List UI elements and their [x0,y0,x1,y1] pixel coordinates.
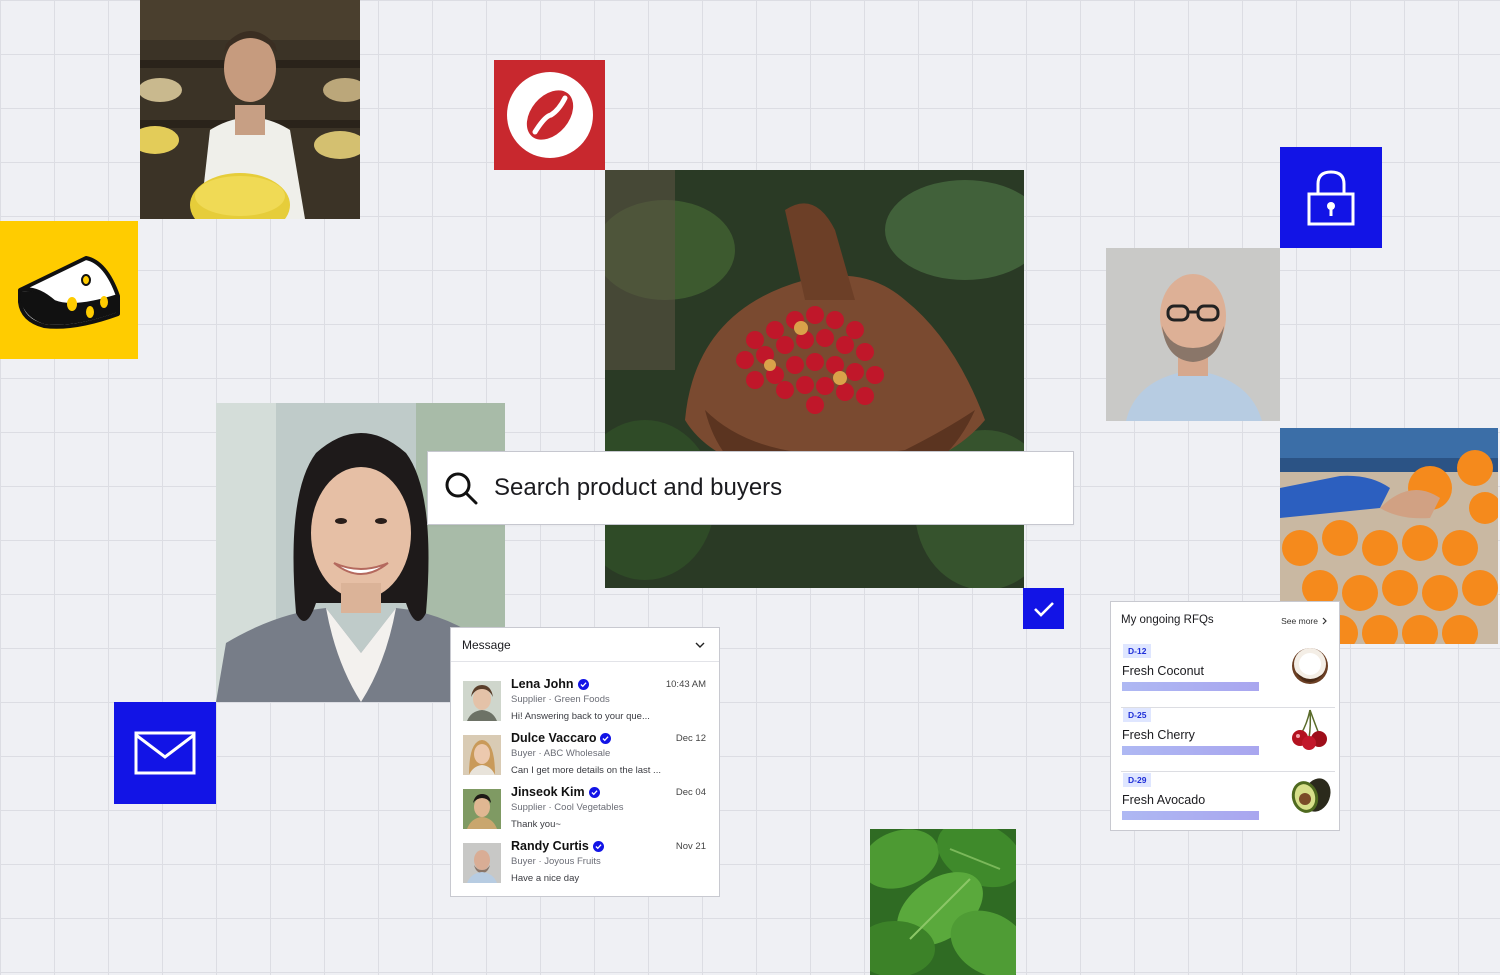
coffee-cherries-photo [605,170,1024,588]
mail-icon [134,731,196,775]
message-preview: Can I get more details on the last ... [511,765,661,776]
rfq-progress-fill [1122,746,1259,755]
contact-name: Randy Curtis [511,839,604,853]
rfq-progress-bar [1122,746,1259,755]
message-panel-title: Message [462,637,511,652]
verified-icon [577,678,589,690]
contact-role: Buyer · Joyous Fruits [511,856,601,867]
message-item[interactable]: Lena John 10:43 AM Supplier · Green Food… [451,675,719,729]
message-panel-header[interactable]: Message [451,628,719,662]
deadline-badge: D-29 [1123,773,1152,787]
avatar [463,789,501,829]
chevron-down-icon[interactable] [695,642,705,648]
rfq-progress-bar [1122,811,1259,820]
search-bar[interactable] [427,451,1074,525]
rfq-panel-title: My ongoing RFQs [1121,614,1214,626]
contact-role: Supplier · Cool Vegetables [511,802,624,813]
cheese-maker-photo [140,0,360,219]
avatar [463,681,501,721]
spinach-photo [870,829,1016,975]
rfq-item[interactable]: D-25 Fresh Cherry [1121,708,1335,772]
contact-name: Jinseok Kim [511,785,600,799]
check-icon [1033,601,1054,617]
deadline-badge: D-25 [1123,708,1152,722]
see-more-link[interactable]: See more [1281,616,1327,626]
rfq-progress-fill [1122,682,1259,691]
check-tile[interactable] [1023,588,1064,629]
search-icon [445,472,478,505]
rfq-progress-fill [1122,811,1259,820]
contact-role: Supplier · Green Foods [511,694,610,705]
coffee-tile [494,60,605,170]
message-time: Nov 21 [675,841,706,852]
message-item[interactable]: Jinseok Kim Dec 04 Supplier · Cool Veget… [451,783,719,837]
search-input[interactable] [494,474,1034,502]
see-more-label: See more [1281,616,1318,626]
message-time: Dec 12 [675,733,706,744]
message-time: 10:43 AM [665,679,706,690]
cherry-image [1287,706,1333,752]
mail-tile [114,702,216,804]
message-preview: Thank you~ [511,819,561,830]
message-preview: Hi! Answering back to your que... [511,711,650,722]
contact-name: Lena John [511,677,589,691]
avatar [463,735,501,775]
message-item[interactable]: Dulce Vaccaro Dec 12 Buyer · ABC Wholesa… [451,729,719,783]
avatar [463,843,501,883]
avocado-image [1287,771,1333,817]
man-glasses-photo [1106,248,1280,421]
coffee-bean-icon [506,72,593,158]
contact-name: Dulce Vaccaro [511,731,612,745]
cheese-icon [18,256,120,329]
cheese-tile [0,221,138,359]
verified-icon [600,732,612,744]
coconut-image [1287,642,1333,688]
message-time: Dec 04 [675,787,706,798]
rfq-panel: My ongoing RFQs See more D-12 Fresh Coco… [1110,601,1340,831]
deadline-badge: D-12 [1123,644,1152,658]
message-panel: Message Lena John 10:43 AM Supplier · Gr… [450,627,720,897]
lock-icon [1307,169,1355,225]
message-item[interactable]: Randy Curtis Nov 21 Buyer · Joyous Fruit… [451,837,719,891]
rfq-item[interactable]: D-12 Fresh Coconut [1121,644,1335,708]
lock-tile [1280,147,1382,248]
rfq-product-name: Fresh Avocado [1122,793,1206,807]
chevron-right-icon [1322,617,1327,625]
verified-icon [588,786,600,798]
rfq-item[interactable]: D-29 Fresh Avocado [1121,773,1335,837]
message-preview: Have a nice day [511,873,580,884]
rfq-product-name: Fresh Cherry [1122,728,1195,742]
rfq-progress-bar [1122,682,1259,691]
verified-icon [592,840,604,852]
contact-role: Buyer · ABC Wholesale [511,748,611,759]
rfq-product-name: Fresh Coconut [1122,664,1204,678]
